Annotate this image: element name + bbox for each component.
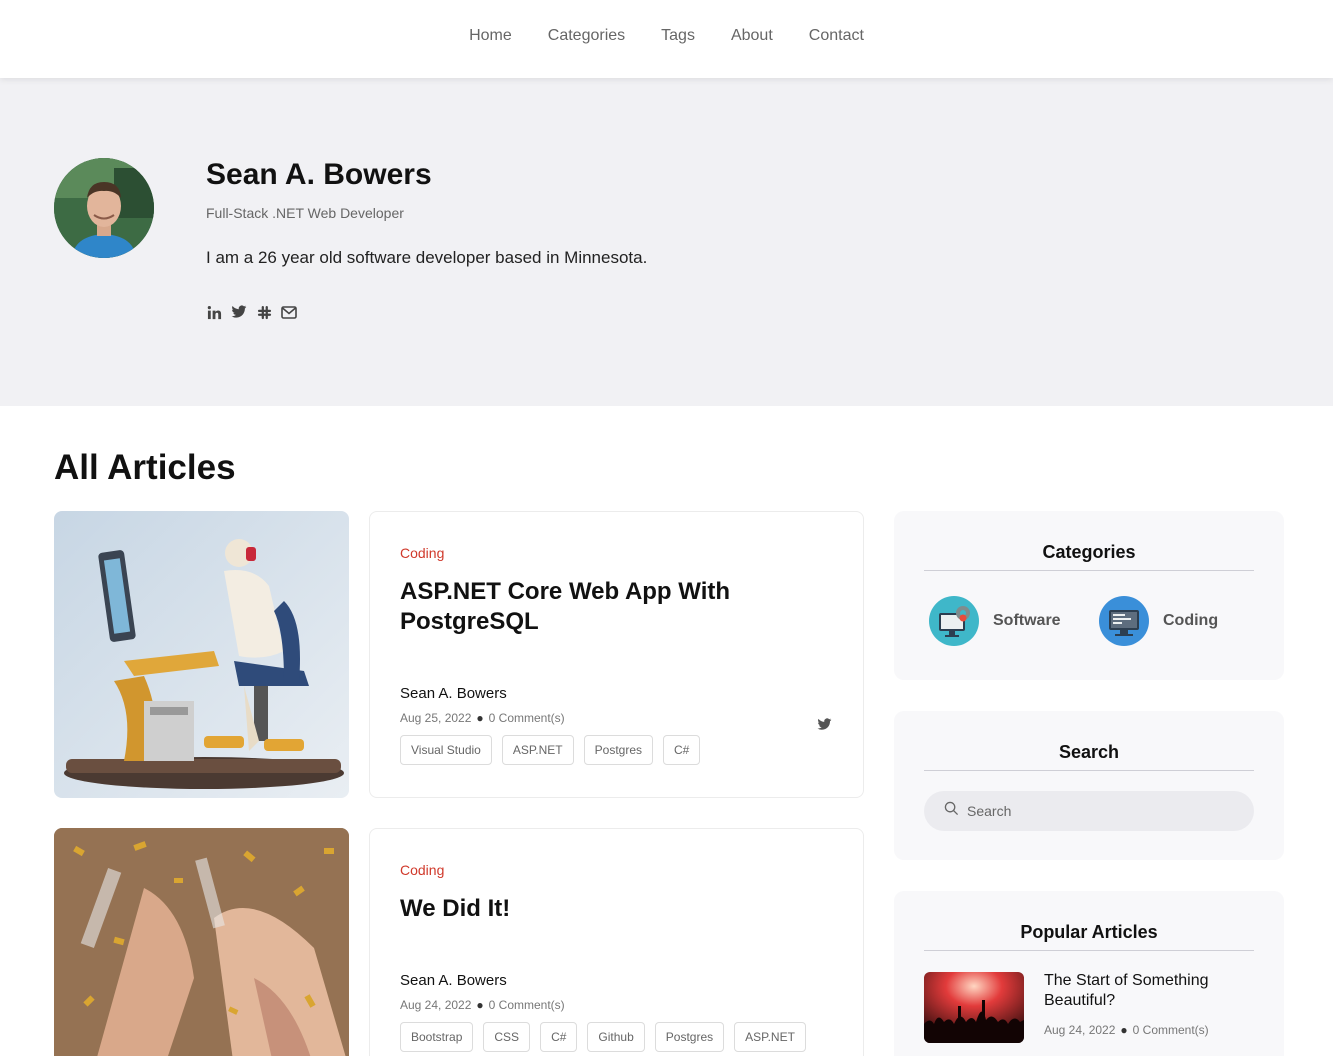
article-meta: Aug 25, 2022 ● 0 Comment(s) (400, 711, 565, 725)
article-author: Sean A. Bowers (400, 685, 507, 702)
code-monitor-icon (1099, 596, 1149, 646)
meta-separator-dot: ● (476, 711, 484, 725)
article-tag-list: Visual Studio ASP.NET Postgres C# (400, 735, 701, 765)
slack-icon[interactable] (256, 304, 272, 320)
article-thumbnail[interactable] (54, 828, 349, 1056)
categories-widget-title: Categories (1042, 542, 1136, 562)
category-label: Coding (1163, 612, 1219, 629)
article-tag-list: Bootstrap CSS C# Github Postgres ASP.NET (400, 1022, 806, 1052)
author-hero: Sean A. Bowers Full-Stack .NET Web Devel… (0, 78, 1333, 406)
widget-divider (924, 570, 1254, 571)
nav-contact[interactable]: Contact (809, 27, 864, 45)
nav-tags[interactable]: Tags (661, 27, 695, 45)
mail-icon[interactable] (281, 304, 297, 320)
author-name: Sean A. Bowers (206, 158, 432, 191)
article-date: Aug 24, 2022 (400, 998, 472, 1012)
popular-article-date: Aug 24, 2022 (1044, 1023, 1116, 1037)
article-author: Sean A. Bowers (400, 972, 507, 989)
article-comments-count: 0 Comment(s) (488, 998, 565, 1012)
tag-link[interactable]: Postgres (654, 1022, 725, 1052)
share-twitter-icon[interactable] (817, 718, 833, 734)
search-widget-title: Search (1058, 742, 1120, 762)
social-links (206, 304, 297, 320)
software-gear-monitor-icon (929, 596, 979, 646)
meta-separator-dot: ● (476, 998, 484, 1012)
category-coding[interactable]: Coding (1099, 596, 1218, 646)
author-bio: I am a 26 year old software developer ba… (206, 248, 648, 267)
article-thumbnail[interactable] (54, 511, 349, 798)
tag-link[interactable]: ASP.NET (734, 1022, 806, 1052)
article-date: Aug 25, 2022 (400, 711, 472, 725)
article-comments-count: 0 Comment(s) (488, 711, 565, 725)
article-title[interactable]: We Did It! (400, 894, 820, 924)
nav-home[interactable]: Home (469, 27, 512, 45)
twitter-icon[interactable] (231, 304, 247, 320)
author-avatar (54, 158, 154, 258)
search-icon (944, 801, 959, 821)
widget-divider (924, 950, 1254, 951)
category-software[interactable]: Software (929, 596, 1061, 646)
tag-link[interactable]: CSS (483, 1022, 531, 1052)
search-bar (924, 791, 1254, 831)
popular-articles-widget: Popular Articles The Start of Something … (894, 891, 1284, 1056)
tag-link[interactable]: C# (663, 735, 701, 765)
search-input[interactable] (967, 803, 1247, 819)
article-title[interactable]: ASP.NET Core Web App With PostgreSQL (400, 577, 820, 637)
categories-widget: Categories Software Coding (894, 511, 1284, 680)
tag-link[interactable]: Github (587, 1022, 645, 1052)
tag-link[interactable]: Postgres (583, 735, 653, 765)
meta-separator-dot: ● (1120, 1023, 1128, 1037)
article-meta: Aug 24, 2022 ● 0 Comment(s) (400, 998, 565, 1012)
article-category-link[interactable]: Coding (400, 862, 444, 878)
article-card: Coding ASP.NET Core Web App With Postgre… (369, 511, 864, 798)
tag-link[interactable]: Bootstrap (400, 1022, 474, 1052)
popular-widget-title: Popular Articles (1020, 922, 1158, 942)
article-category-link[interactable]: Coding (400, 545, 444, 561)
nav-categories[interactable]: Categories (548, 27, 625, 45)
tag-link[interactable]: Visual Studio (400, 735, 492, 765)
top-navbar: Home Categories Tags About Contact (0, 0, 1333, 78)
popular-article-title[interactable]: The Start of Something Beautiful? (1044, 971, 1244, 1011)
popular-article-thumbnail[interactable] (924, 972, 1024, 1043)
search-widget: Search (894, 711, 1284, 860)
nav-menu: Home Categories Tags About Contact (0, 0, 1333, 45)
popular-article-meta: Aug 24, 2022 ● 0 Comment(s) (1044, 1023, 1209, 1037)
all-articles-heading: All Articles (54, 448, 236, 487)
category-label: Software (993, 612, 1061, 629)
popular-article-comments: 0 Comment(s) (1132, 1023, 1209, 1037)
nav-about[interactable]: About (731, 27, 773, 45)
widget-divider (924, 770, 1254, 771)
linkedin-icon[interactable] (206, 304, 222, 320)
article-card: Coding We Did It! Sean A. Bowers Aug 24,… (369, 828, 864, 1056)
tag-link[interactable]: ASP.NET (501, 735, 574, 765)
tag-link[interactable]: C# (540, 1022, 578, 1052)
author-role: Full-Stack .NET Web Developer (206, 205, 404, 221)
